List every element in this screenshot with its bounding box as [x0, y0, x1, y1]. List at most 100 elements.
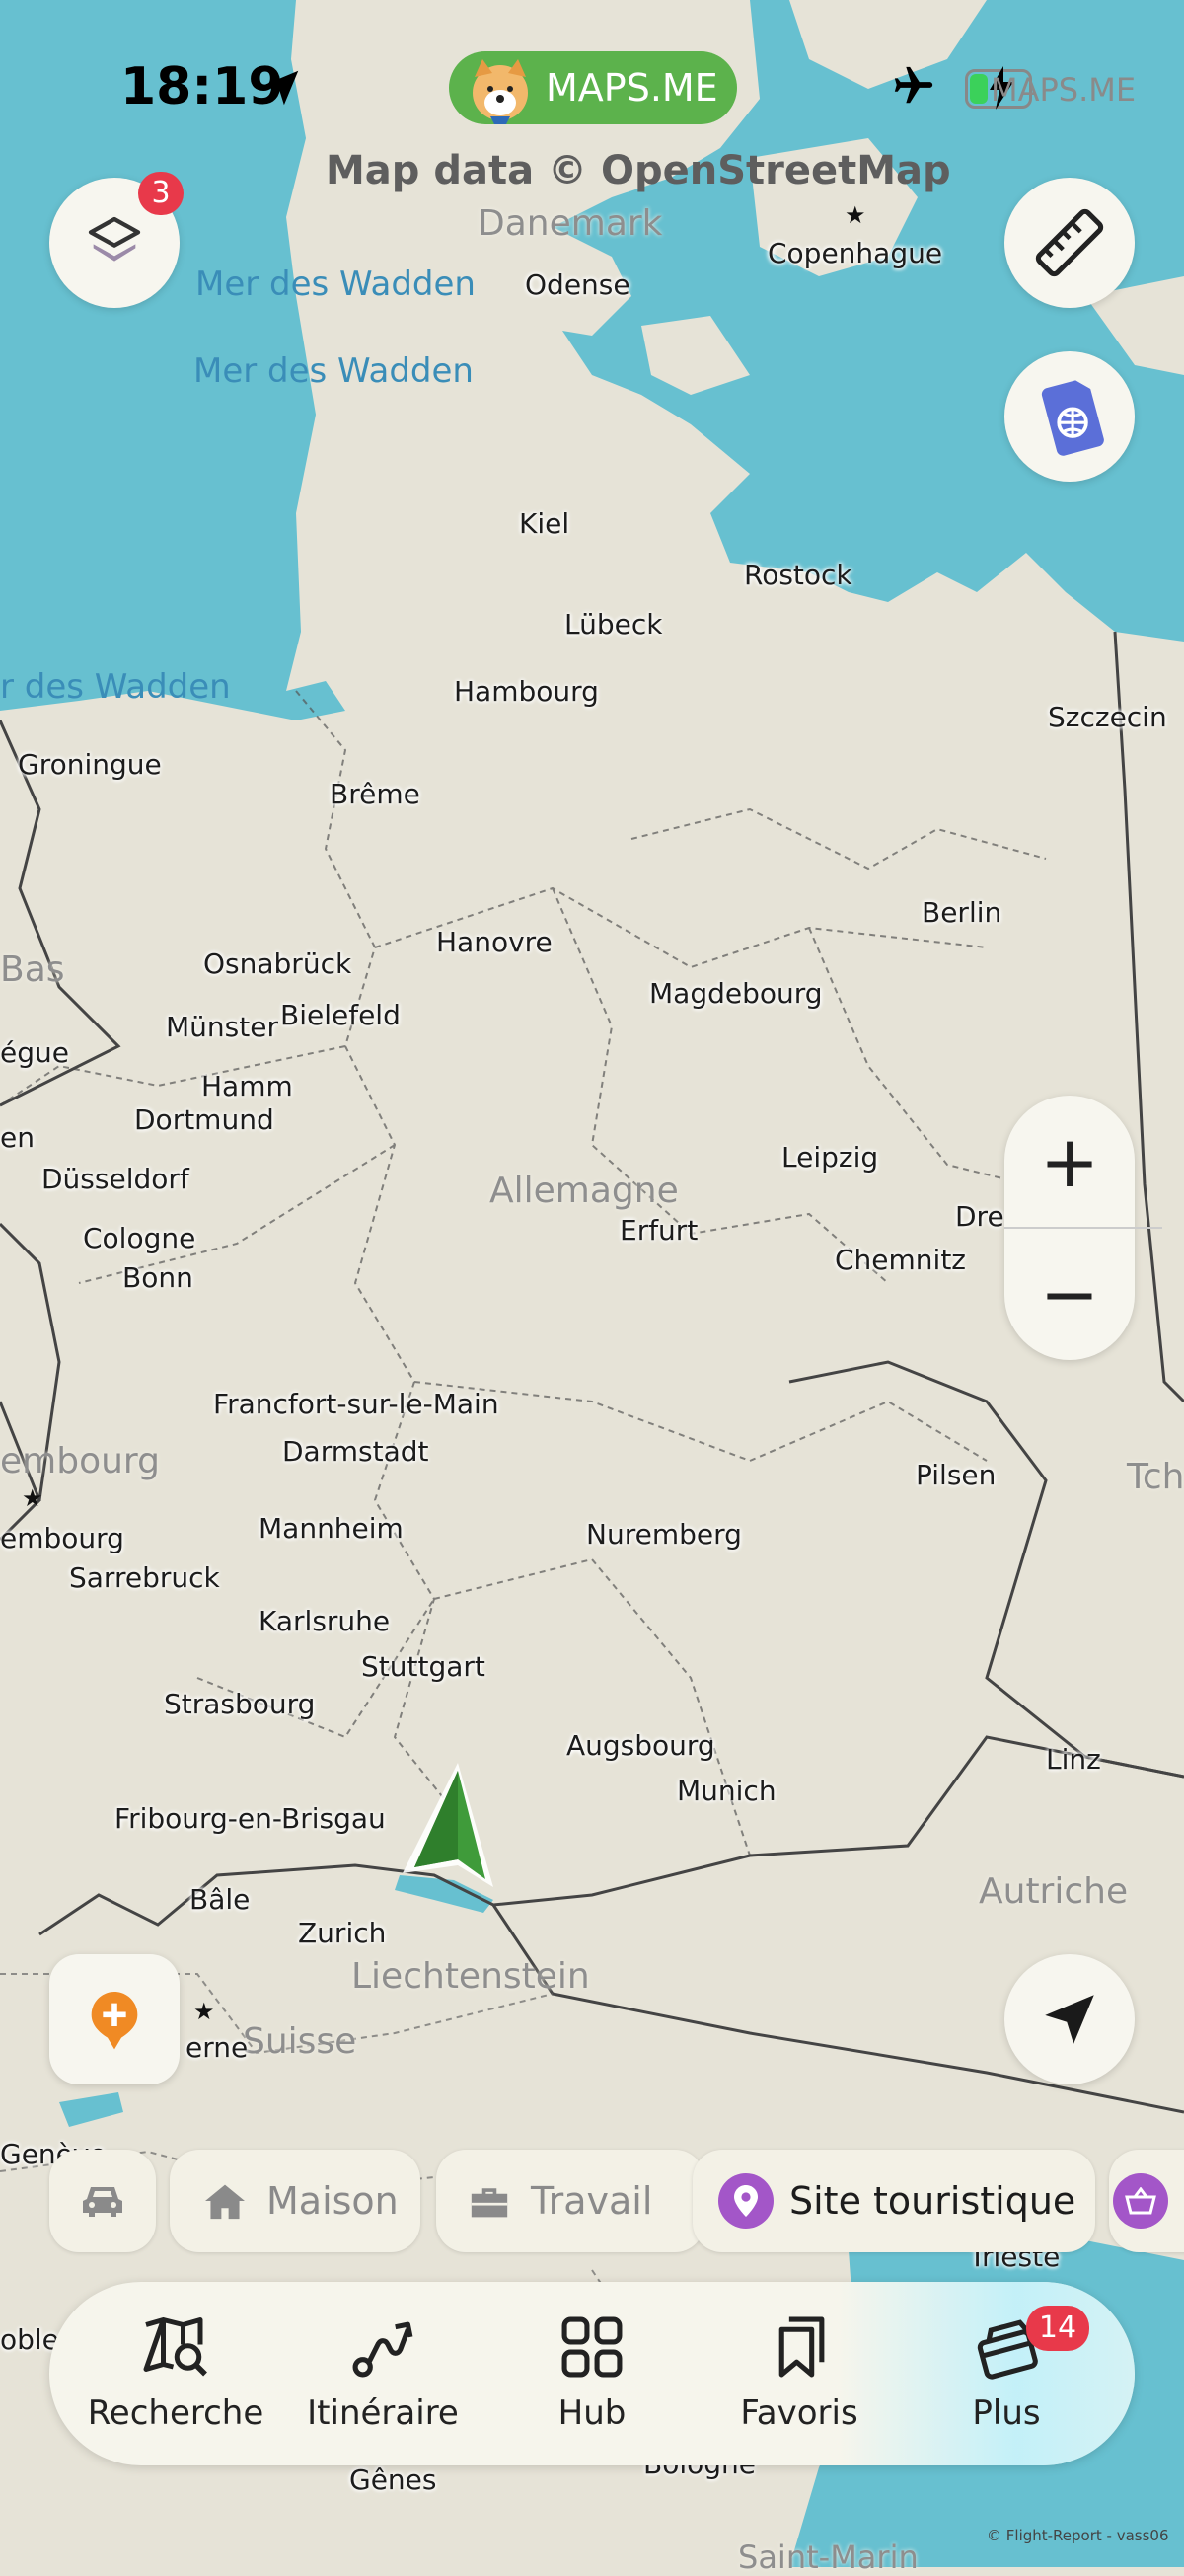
city-label: oble	[0, 2323, 59, 2356]
city-label: Augsbourg	[566, 1729, 715, 1762]
city-label: Munich	[677, 1775, 777, 1807]
country-label: Bas	[0, 949, 65, 990]
sea-label: Mer des Wadden	[193, 351, 474, 391]
country-label: Tch	[1127, 1457, 1184, 1497]
navigation-arrow-icon	[1045, 1995, 1094, 2044]
chip-shop[interactable]	[1109, 2150, 1184, 2252]
chip-label: Site touristique	[789, 2179, 1076, 2223]
airplane-icon	[894, 66, 933, 104]
tab-route[interactable]: Itinéraire	[284, 2282, 481, 2465]
chip-car[interactable]	[49, 2150, 156, 2252]
map-search-icon	[143, 2317, 207, 2377]
city-label: Leipzig	[781, 1141, 879, 1174]
layers-icon	[88, 216, 141, 262]
poi-pin-icon	[718, 2173, 774, 2229]
sea-label: Mer des Wadden	[195, 265, 476, 304]
country-label: Liechtenstein	[351, 1956, 590, 1997]
city-label: erne	[185, 2031, 249, 2064]
chip-work[interactable]: Travail	[436, 2150, 704, 2252]
city-label: Francfort-sur-le-Main	[213, 1388, 499, 1420]
chip-label: Maison	[266, 2179, 399, 2223]
city-label: Zurich	[298, 1917, 387, 1949]
bookmarks-icon	[778, 2316, 825, 2378]
city-label: Gênes	[349, 2463, 437, 2496]
tab-favorites[interactable]: Favoris	[701, 2282, 898, 2465]
chip-label: Travail	[531, 2179, 653, 2223]
city-label: Stuttgart	[361, 1650, 485, 1683]
app-pill-label: MAPS.ME	[546, 66, 718, 110]
add-place-button[interactable]	[49, 1954, 180, 2084]
city-label: Nuremberg	[586, 1518, 742, 1551]
capital-marker: ★	[22, 1485, 43, 1512]
city-label: Bonn	[122, 1261, 193, 1294]
map-attribution: Map data © OpenStreetMap	[326, 148, 951, 193]
dog-mascot-icon	[473, 59, 528, 124]
city-label: Berlin	[922, 896, 1002, 929]
location-arrow-icon	[263, 70, 299, 106]
tab-hub[interactable]: Hub	[493, 2282, 691, 2465]
city-label: embourg	[0, 1522, 124, 1554]
layers-button[interactable]: 3	[49, 172, 184, 308]
city-label: Chemnitz	[835, 1244, 966, 1276]
city-label: Düsseldorf	[41, 1163, 189, 1195]
carrier-label: MAPS.ME	[991, 71, 1137, 109]
my-location-button[interactable]	[1004, 1954, 1135, 2084]
city-label: Cologne	[83, 1222, 196, 1254]
country-label: Saint-Marin	[738, 2538, 919, 2576]
city-label: Dortmund	[134, 1103, 274, 1136]
tab-label: Favoris	[740, 2393, 858, 2433]
city-label: Odense	[525, 268, 630, 301]
tab-label: Hub	[557, 2393, 627, 2433]
city-label: Bielefeld	[280, 999, 401, 1031]
country-label: embourg	[0, 1441, 160, 1481]
city-label: Hanovre	[436, 926, 553, 958]
city-label: Münster	[166, 1011, 278, 1043]
more-badge: 14	[1026, 2306, 1089, 2351]
grid-icon	[561, 2316, 623, 2378]
city-label: Hambourg	[454, 675, 599, 708]
city-label: Brême	[330, 778, 420, 810]
esim-button[interactable]	[1004, 351, 1135, 482]
city-label: Magdebourg	[649, 977, 823, 1010]
zoom-controls: + −	[1004, 1096, 1162, 1360]
minus-icon: −	[1039, 1252, 1100, 1335]
city-label: Bâle	[189, 1883, 251, 1916]
zoom-in-button[interactable]: +	[1004, 1096, 1135, 1228]
city-label: Sarrebruck	[69, 1561, 220, 1594]
tab-more[interactable]: Plus 14	[908, 2282, 1105, 2465]
ruler-button[interactable]	[1004, 178, 1135, 308]
bottom-tab-bar: Recherche Itinéraire Hub Favoris Plus 14	[49, 2282, 1135, 2465]
city-label: Linz	[1046, 1743, 1101, 1776]
app-indicator-pill[interactable]: MAPS.ME	[449, 51, 737, 124]
city-label: Lübeck	[564, 608, 663, 641]
briefcase-icon	[471, 2188, 508, 2218]
zoom-out-button[interactable]: −	[1004, 1228, 1135, 1360]
plus-icon: +	[1039, 1120, 1100, 1203]
city-label: Osnabrück	[203, 947, 352, 980]
esim-icon	[1041, 380, 1104, 456]
city-label: Hamm	[201, 1070, 293, 1102]
capital-marker: ★	[845, 202, 866, 229]
chip-tourist-site[interactable]: Site touristique	[693, 2150, 1095, 2252]
route-icon	[352, 2321, 413, 2378]
city-label: Karlsruhe	[259, 1605, 391, 1637]
sea-label: r des Wadden	[0, 667, 231, 707]
country-label: Allemagne	[489, 1171, 679, 1211]
basket-icon	[1113, 2173, 1168, 2229]
layers-badge: 3	[138, 172, 184, 215]
copyright-watermark: © Flight-Report - vass06	[987, 2527, 1169, 2544]
country-label: Suisse	[243, 2021, 357, 2062]
city-label: Strasbourg	[164, 1688, 316, 1720]
city-label: Groningue	[18, 748, 162, 781]
chip-home[interactable]: Maison	[170, 2150, 420, 2252]
ruler-icon	[1035, 208, 1104, 277]
plus-icon	[91, 1992, 138, 2050]
current-location-marker	[403, 1763, 493, 1887]
city-label: égue	[0, 1036, 69, 1069]
tab-search[interactable]: Recherche	[77, 2282, 274, 2465]
city-label: en	[0, 1121, 35, 1154]
city-label: Pilsen	[916, 1459, 997, 1491]
capital-marker: ★	[193, 1999, 215, 2025]
city-label: Szczecin	[1048, 701, 1167, 733]
home-icon	[205, 2184, 245, 2220]
